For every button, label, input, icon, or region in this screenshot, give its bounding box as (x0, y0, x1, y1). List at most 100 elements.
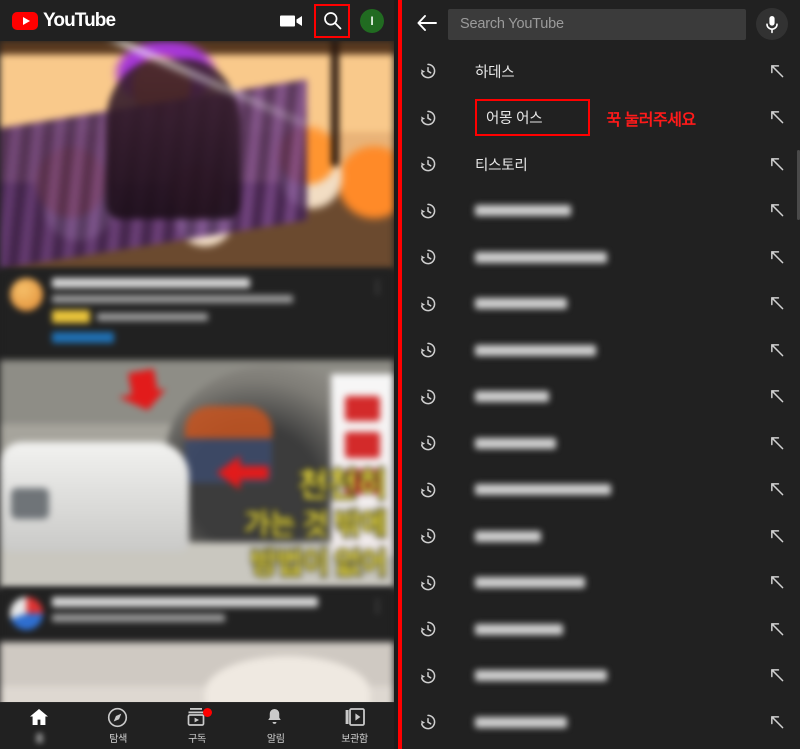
suggestion-text (475, 623, 564, 635)
history-clock-icon (418, 712, 444, 732)
suggestion-text (475, 716, 567, 728)
suggestion-text (475, 530, 542, 542)
history-clock-icon (418, 619, 444, 639)
bell-notification-icon (265, 707, 287, 727)
home-icon (28, 707, 50, 727)
nav-item-notifications[interactable]: 알림 (236, 703, 315, 749)
suggestion-text (475, 251, 608, 263)
suggestion-row[interactable] (402, 234, 800, 281)
compass-explore-icon (107, 707, 129, 728)
thumbnail-2-van (0, 442, 190, 552)
video-thumbnail-3[interactable] (0, 642, 394, 702)
search-suggestions-panel: Search YouTube 하데스어몽 어스 꾹 눌러주세요티스토리 (402, 0, 800, 749)
nav-item-subscriptions[interactable]: 구독 (158, 703, 237, 749)
history-clock-icon (418, 433, 444, 453)
suggestion-row[interactable] (402, 281, 800, 328)
video-menu-icon-2[interactable]: ⋮ (370, 597, 385, 630)
bottom-navigation-bar[interactable]: 홈 탐색 구독 알림 보관함 (0, 702, 394, 749)
youtube-logo-text: YouTube (43, 9, 116, 31)
suggestion-row[interactable]: 티스토리 (402, 141, 800, 188)
arrow-up-left-insert-icon[interactable] (760, 109, 786, 126)
screenshot-root: YouTube I ⋮ 천천히 가는 것 밖에 방법이 없어 ⋮ 홈 탐색 구독… (0, 0, 800, 749)
microphone-icon[interactable] (756, 8, 788, 40)
video-info-1 (52, 278, 361, 348)
arrow-up-left-insert-icon[interactable] (760, 714, 786, 731)
subscriptions-badge-dot (203, 708, 212, 717)
video-info-2 (52, 597, 361, 630)
video-meta-1[interactable]: ⋮ (0, 269, 394, 360)
video-feed[interactable]: ⋮ 천천히 가는 것 밖에 방법이 없어 ⋮ (0, 41, 394, 702)
header-actions: I (274, 3, 384, 38)
history-clock-icon (418, 573, 444, 593)
search-icon[interactable] (314, 3, 350, 38)
video-stats-row-1 (52, 310, 361, 323)
suggestion-text: 하데스 (475, 64, 515, 81)
history-clock-icon (418, 387, 444, 407)
arrow-up-left-insert-icon[interactable] (760, 388, 786, 405)
arrow-up-left-insert-icon[interactable] (760, 621, 786, 638)
suggestion-row[interactable] (402, 327, 800, 374)
suggestion-row[interactable] (402, 467, 800, 514)
suggestion-text (475, 484, 612, 496)
history-clock-icon (418, 340, 444, 360)
arrow-up-left-insert-icon[interactable] (760, 156, 786, 173)
suggestion-row[interactable]: 하데스 (402, 48, 800, 95)
youtube-logo[interactable]: YouTube (12, 9, 116, 32)
arrow-up-left-insert-icon[interactable] (760, 528, 786, 545)
thumbnail-2-caption-3: 방법이 없어 (249, 547, 388, 582)
suggestion-text: 티스토리 (475, 157, 528, 174)
suggestion-text (475, 391, 549, 403)
history-clock-icon (418, 247, 444, 267)
history-clock-icon (418, 666, 444, 686)
video-badge-yellow (52, 310, 90, 323)
history-clock-icon (418, 526, 444, 546)
arrow-up-left-insert-icon[interactable] (760, 481, 786, 498)
search-suggestion-list[interactable]: 하데스어몽 어스 꾹 눌러주세요티스토리 (402, 48, 800, 749)
video-menu-icon-1[interactable]: ⋮ (370, 278, 385, 348)
video-thumbnail-1[interactable] (0, 41, 394, 269)
video-thumbnail-2[interactable]: 천천히 가는 것 밖에 방법이 없어 (0, 360, 394, 588)
arrow-up-left-insert-icon[interactable] (760, 435, 786, 452)
suggestion-row[interactable] (402, 420, 800, 467)
suggestion-text (475, 577, 586, 589)
suggestion-row[interactable] (402, 653, 800, 700)
video-stats-1 (97, 312, 209, 321)
nav-item-library[interactable]: 보관함 (315, 703, 394, 749)
history-clock-icon (418, 201, 444, 221)
arrow-up-left-insert-icon[interactable] (760, 202, 786, 219)
arrow-up-left-insert-icon[interactable] (760, 342, 786, 359)
thumbnail-2-van-window (11, 488, 50, 519)
video-meta-2[interactable]: ⋮ (0, 588, 394, 642)
suggestion-row[interactable] (402, 188, 800, 235)
suggestion-row[interactable] (402, 699, 800, 746)
nav-item-home[interactable]: 홈 (0, 703, 79, 749)
suggestion-text (475, 344, 597, 356)
video-channel-1 (52, 295, 294, 303)
arrow-up-left-insert-icon[interactable] (760, 63, 786, 80)
suggestion-row[interactable] (402, 374, 800, 421)
nav-item-explore[interactable]: 탐색 (79, 703, 158, 749)
suggestion-text (475, 670, 608, 682)
search-input[interactable]: Search YouTube (448, 8, 746, 40)
video-title-1 (52, 278, 250, 288)
arrow-up-left-insert-icon[interactable] (760, 295, 786, 312)
channel-avatar[interactable] (10, 597, 43, 630)
video-camera-icon[interactable] (274, 4, 308, 38)
suggestion-row[interactable] (402, 606, 800, 653)
arrow-up-left-insert-icon[interactable] (760, 667, 786, 684)
arrow-up-left-insert-icon[interactable] (760, 574, 786, 591)
video-stats-2 (52, 614, 226, 622)
avatar[interactable]: I (360, 8, 384, 33)
history-clock-icon (418, 154, 444, 174)
nav-label-subscriptions: 구독 (188, 734, 206, 745)
channel-avatar[interactable] (10, 278, 43, 311)
suggestion-row[interactable]: 어몽 어스 꾹 눌러주세요 (402, 95, 800, 142)
suggestion-row[interactable] (402, 560, 800, 607)
suggestion-row[interactable] (402, 513, 800, 560)
video-link-badge[interactable] (52, 332, 114, 343)
back-arrow-icon[interactable] (416, 14, 438, 34)
arrow-up-left-insert-icon[interactable] (760, 249, 786, 266)
thumbnail-2-red-arrow-1 (115, 368, 169, 416)
thumbnail-1-art (0, 41, 394, 269)
thumbnail-3-shape (204, 656, 371, 702)
